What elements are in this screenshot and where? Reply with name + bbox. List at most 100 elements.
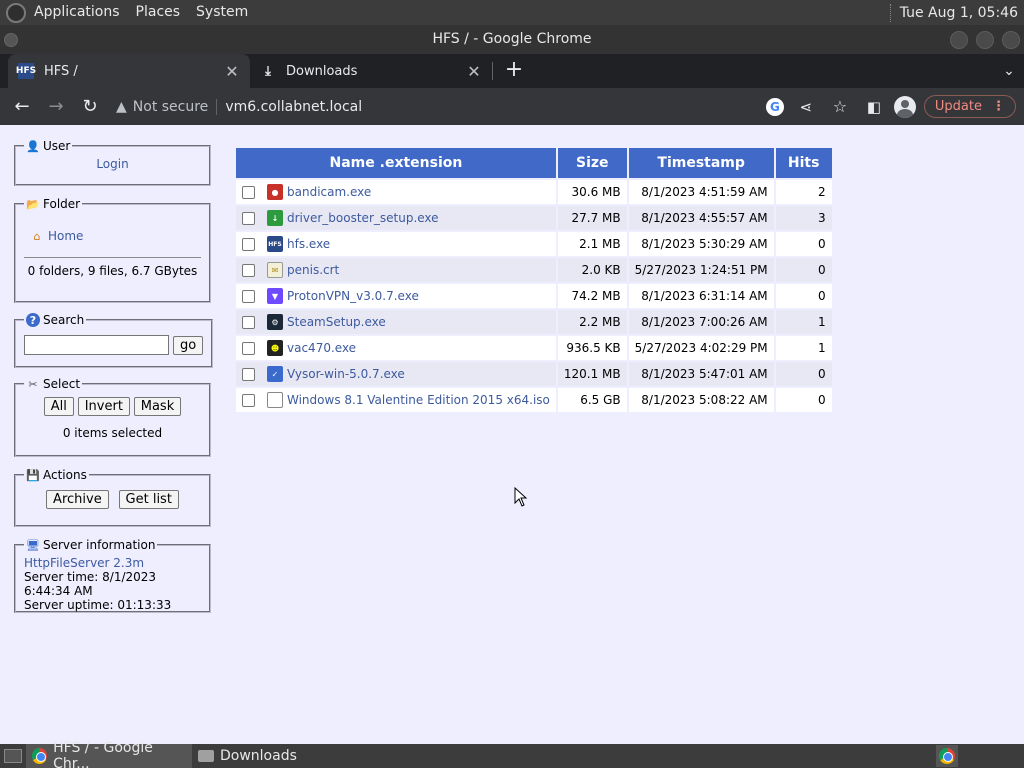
menu-system[interactable]: System bbox=[188, 0, 256, 25]
user-legend-text: User bbox=[43, 139, 71, 153]
distro-logo-icon[interactable] bbox=[6, 2, 26, 23]
menu-applications[interactable]: Applications bbox=[26, 0, 128, 25]
folder-summary: 0 folders, 9 files, 6.7 GBytes bbox=[24, 257, 201, 278]
file-timestamp: 8/1/2023 4:55:57 AM bbox=[628, 206, 774, 230]
tab-downloads[interactable]: ⤓ Downloads ✕ bbox=[250, 54, 492, 88]
archive-button[interactable]: Archive bbox=[46, 490, 109, 509]
taskbar-item-chrome[interactable]: HFS / - Google Chr... bbox=[26, 740, 192, 768]
file-timestamp: 8/1/2023 5:08:22 AM bbox=[628, 388, 774, 412]
window-menu-button[interactable] bbox=[4, 33, 18, 47]
security-status[interactable]: Not secure bbox=[133, 98, 218, 115]
row-checkbox[interactable] bbox=[242, 237, 255, 251]
file-link[interactable]: penis.crt bbox=[287, 263, 339, 277]
row-checkbox[interactable] bbox=[242, 367, 255, 381]
side-panel-icon[interactable]: ◧ bbox=[862, 91, 886, 123]
address-bar[interactable]: ▲ Not secure vm6.collabnet.local bbox=[110, 92, 766, 122]
back-arrow-icon[interactable]: ← bbox=[6, 91, 38, 123]
url-text[interactable]: vm6.collabnet.local bbox=[225, 99, 362, 115]
row-checkbox[interactable] bbox=[242, 289, 255, 303]
more-vertical-icon[interactable]: ⋮ bbox=[992, 99, 1005, 114]
column-name-header[interactable]: Name .extension bbox=[236, 148, 556, 178]
file-link[interactable]: bandicam.exe bbox=[287, 185, 371, 199]
file-hits: 3 bbox=[775, 206, 832, 230]
tab-search-chevron-down-icon[interactable]: ⌄ bbox=[994, 54, 1024, 88]
table-row: Windows 8.1 Valentine Edition 2015 x64.i… bbox=[236, 388, 832, 412]
selection-status: 0 items selected bbox=[62, 426, 163, 440]
search-input[interactable] bbox=[24, 335, 169, 355]
mask-button[interactable]: Mask bbox=[133, 397, 182, 416]
hfs-favicon-icon: HFS bbox=[16, 63, 36, 79]
column-size-header[interactable]: Size bbox=[557, 148, 627, 178]
table-header-row: Name .extension Size Timestamp Hits bbox=[236, 148, 832, 178]
clock-text: Tue Aug 1, 05:46 bbox=[899, 4, 1018, 21]
column-timestamp-header[interactable]: Timestamp bbox=[628, 148, 774, 178]
certificate-icon: ✉ bbox=[267, 262, 283, 278]
workspace-switcher[interactable] bbox=[936, 745, 958, 767]
row-checkbox[interactable] bbox=[242, 341, 255, 355]
file-size: 2.0 KB bbox=[557, 258, 627, 282]
new-tab-plus-icon[interactable]: + bbox=[499, 54, 529, 88]
select-all-button[interactable]: All bbox=[43, 397, 74, 416]
close-tab-icon[interactable]: ✕ bbox=[224, 62, 240, 81]
file-link[interactable]: Windows 8.1 Valentine Edition 2015 x64.i… bbox=[287, 393, 550, 407]
minimize-button[interactable] bbox=[950, 31, 968, 49]
close-window-button[interactable] bbox=[1002, 31, 1020, 49]
file-link[interactable]: Vysor-win-5.0.7.exe bbox=[287, 367, 405, 381]
share-icon[interactable]: ⋖ bbox=[794, 91, 818, 123]
folder-legend-text: Folder bbox=[43, 197, 81, 211]
forward-arrow-icon[interactable]: → bbox=[40, 91, 72, 123]
table-row: ⚙ SteamSetup.exe 2.2 MB 8/1/2023 7:00:26 … bbox=[236, 310, 832, 334]
file-hits: 0 bbox=[775, 258, 832, 282]
panel-clock[interactable]: Tue Aug 1, 05:46 bbox=[889, 3, 1024, 22]
taskbar: HFS / - Google Chr... Downloads bbox=[0, 740, 1024, 768]
invert-selection-button[interactable]: Invert bbox=[77, 397, 130, 416]
user-legend: 👤 User bbox=[24, 139, 72, 153]
file-link[interactable]: hfs.exe bbox=[287, 237, 330, 251]
file-size: 2.2 MB bbox=[557, 310, 627, 334]
file-link[interactable]: vac470.exe bbox=[287, 341, 356, 355]
folder-icon bbox=[198, 750, 214, 762]
file-size: 6.5 GB bbox=[557, 388, 627, 412]
row-checkbox[interactable] bbox=[242, 393, 255, 407]
column-hits-header[interactable]: Hits bbox=[775, 148, 832, 178]
row-checkbox[interactable] bbox=[242, 185, 255, 199]
login-link[interactable]: Login bbox=[96, 157, 128, 171]
maximize-button[interactable] bbox=[976, 31, 994, 49]
window-titlebar[interactable]: HFS / - Google Chrome bbox=[0, 25, 1024, 54]
file-icon bbox=[267, 392, 283, 408]
steam-icon: ⚙ bbox=[267, 314, 283, 330]
protonvpn-icon: ▼ bbox=[267, 288, 283, 304]
home-link[interactable]: Home bbox=[48, 229, 83, 243]
hfs-version-link[interactable]: HttpFileServer 2.3m bbox=[24, 556, 201, 570]
taskbar-item-downloads[interactable]: Downloads bbox=[192, 744, 358, 768]
row-checkbox[interactable] bbox=[242, 211, 255, 225]
file-list-table: Name .extension Size Timestamp Hits ● ban… bbox=[234, 146, 834, 414]
file-timestamp: 8/1/2023 5:30:29 AM bbox=[628, 232, 774, 256]
file-link[interactable]: driver_booster_setup.exe bbox=[287, 211, 439, 225]
get-list-button[interactable]: Get list bbox=[118, 490, 179, 509]
google-lens-icon[interactable]: G bbox=[765, 97, 784, 116]
row-checkbox[interactable] bbox=[242, 315, 255, 329]
file-link[interactable]: SteamSetup.exe bbox=[287, 315, 386, 329]
search-legend: ? Search bbox=[24, 313, 86, 327]
file-size: 2.1 MB bbox=[557, 232, 627, 256]
menu-places[interactable]: Places bbox=[128, 0, 189, 25]
reload-icon[interactable]: ↻ bbox=[74, 91, 106, 123]
file-hits: 0 bbox=[775, 388, 832, 412]
close-tab-icon[interactable]: ✕ bbox=[466, 62, 482, 81]
home-icon: ⌂ bbox=[33, 229, 41, 243]
download-icon: ⤓ bbox=[265, 63, 271, 79]
file-link[interactable]: ProtonVPN_v3.0.7.exe bbox=[287, 289, 419, 303]
warning-triangle-icon[interactable]: ▲ bbox=[116, 99, 127, 115]
file-size: 27.7 MB bbox=[557, 206, 627, 230]
show-desktop-button[interactable] bbox=[0, 744, 26, 768]
row-checkbox[interactable] bbox=[242, 263, 255, 277]
mouse-cursor-icon bbox=[514, 487, 528, 507]
bookmark-star-icon[interactable]: ☆ bbox=[828, 91, 852, 123]
hfs-icon: HFS bbox=[267, 236, 283, 252]
search-go-button[interactable]: go bbox=[173, 335, 204, 355]
tab-hfs[interactable]: HFS HFS / ✕ bbox=[8, 54, 250, 88]
update-button[interactable]: Update ⋮ bbox=[923, 95, 1016, 118]
search-legend-text: Search bbox=[43, 313, 85, 327]
profile-avatar-icon[interactable] bbox=[893, 95, 916, 118]
